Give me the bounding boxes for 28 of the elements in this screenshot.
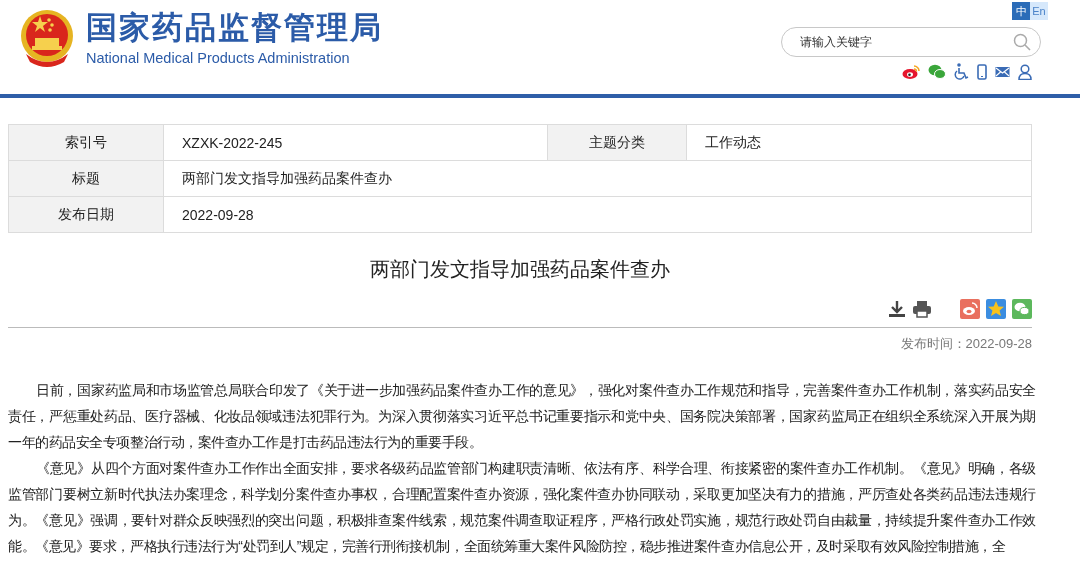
language-tab[interactable]: En bbox=[1030, 2, 1048, 20]
site-subtitle: National Medical Products Administration bbox=[86, 49, 351, 68]
site-title: 国家药品监督管理局 bbox=[86, 8, 383, 46]
field-value: 工作动态 bbox=[686, 124, 1032, 161]
field-label: 主题分类 bbox=[547, 124, 687, 161]
star-share-icon[interactable] bbox=[986, 299, 1006, 319]
language-tab[interactable]: 中 bbox=[1012, 2, 1030, 20]
mail-icon[interactable] bbox=[995, 65, 1010, 78]
article-paragraph: 《意见》从四个方面对案件查办工作作出全面安排，要求各级药品监管部门构建职责清晰、依法有序、科学合理、衔接紧密的案件查办工作机制。《意见》明确，各级监管部门要树立新时代执法办案理念，科学划分案件查办事权，合理配置案件查办资源，强化案件查办协同联动，采取更加坚决有力的措施，严厉查处各类药品违法违规行为。《意见》强调，要针对群众反映强烈的突出问题，积极排查案件线索，规范案件调查取证程序，严格行政处罚实施，规范行政处罚自由裁量，持续提升案件查办工作效能。《意见》要求，严格执行违法行为“处罚到人”规定，完善行刑衔接机制，全面统筹重大案件风险防控，稳步推进案件查办信息公开，及时采取有效风险控制措施，全 bbox=[8, 459, 1037, 556]
field-label: 标题 bbox=[8, 160, 164, 197]
print-icon[interactable] bbox=[912, 300, 932, 318]
weibo-share-icon[interactable] bbox=[960, 299, 980, 319]
phone-icon[interactable] bbox=[977, 63, 987, 80]
weibo-icon[interactable] bbox=[902, 64, 920, 79]
user-icon[interactable] bbox=[1018, 63, 1032, 80]
field-value: 2022-09-28 bbox=[163, 196, 1032, 233]
wheelchair-icon[interactable] bbox=[954, 63, 969, 80]
field-label: 索引号 bbox=[8, 124, 164, 161]
field-value: XZXK-2022-245 bbox=[163, 124, 548, 161]
article-paragraph: 日前，国家药监局和市场监管总局联合印发了《关于进一步加强药品案件查办工作的意见》，强化对案件查办工作规范和指导，完善案件查办工作机制，落实药品安全责任，严惩重处药品、医疗器械、化妆品领域违法犯罪行为。为深入贯彻落实习近平总书记重要指示和党中央、国务院决策部署，国家药监局正在组织全系统深入开展为期一年的药品安全专项整治行动，案件查办工作是打击药品违法行为的重要手段。 bbox=[8, 381, 1037, 452]
search-field[interactable]: 请输入关键字 bbox=[781, 27, 1041, 57]
publish-time: 发布时间：2022-09-28 bbox=[899, 335, 1032, 353]
national-emblem-icon bbox=[18, 8, 76, 68]
download-icon[interactable] bbox=[888, 300, 906, 318]
article-title: 两部门发文指导加强药品案件查办 bbox=[369, 257, 671, 282]
chat-bubbles-icon[interactable] bbox=[928, 64, 946, 79]
field-label: 发布日期 bbox=[8, 196, 164, 233]
field-value: 两部门发文指导加强药品案件查办 bbox=[163, 160, 1032, 197]
